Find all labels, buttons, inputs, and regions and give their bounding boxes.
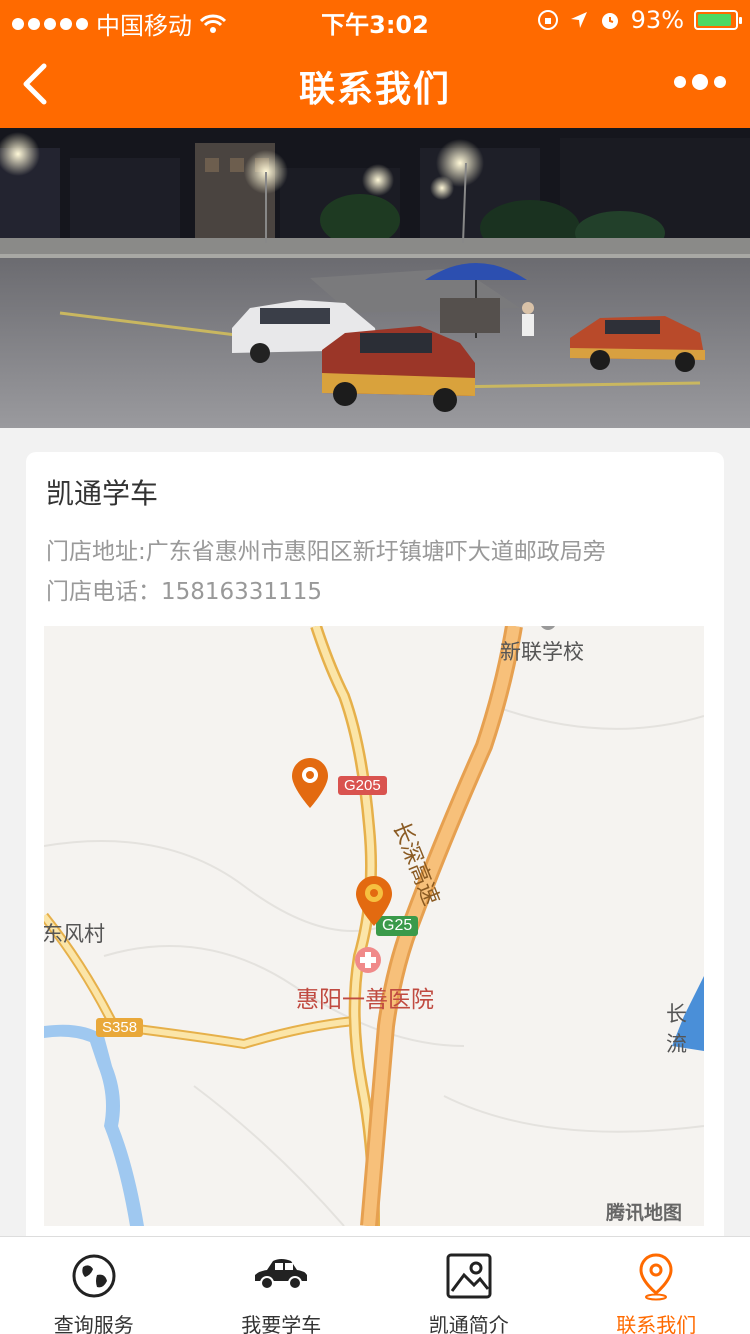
road-shield-g205: G205 <box>338 776 387 795</box>
tab-about[interactable]: 凯通简介 <box>375 1237 563 1334</box>
driving-school-night-photo <box>0 128 750 428</box>
page-title: 联系我们 <box>298 69 451 110</box>
battery-percent: 93% <box>630 6 684 34</box>
hero-photo <box>0 128 750 428</box>
map-label-village: 东风村 <box>44 922 105 946</box>
battery-icon <box>694 10 742 30</box>
tab-contact-us[interactable]: 联系我们 <box>563 1237 750 1334</box>
map-provider-logo: 腾讯地图 <box>606 1202 683 1224</box>
map-label-right-edge: 长流 <box>666 1002 687 1056</box>
map-roads <box>44 626 704 1226</box>
map-label-school: 新联学校 <box>500 640 584 664</box>
tab-label: 联系我们 <box>616 1313 697 1334</box>
car-icon <box>255 1259 308 1290</box>
alarm-icon <box>601 13 618 29</box>
tab-query-service[interactable]: 查询服务 <box>0 1237 188 1334</box>
orientation-lock-icon <box>537 10 558 30</box>
hospital-icon <box>355 947 381 973</box>
store-address: 门店地址:广东省惠州市惠阳区新圩镇塘吓大道邮政局旁 <box>46 539 606 565</box>
image-icon <box>446 1253 492 1299</box>
location-arrow-icon <box>570 12 587 28</box>
more-options-icon[interactable] <box>674 74 726 90</box>
map-label-hospital: 惠阳一善医院 <box>296 987 434 1013</box>
tab-label: 查询服务 <box>53 1313 134 1334</box>
map-view[interactable]: 新联学校 东风村 长流 长深高速 惠阳一善医院 腾讯地图 G205 G25 S3… <box>44 626 704 1226</box>
store-name: 凯通学车 <box>46 477 159 510</box>
tab-label: 我要学车 <box>241 1313 322 1334</box>
tab-bar: 查询服务 我要学车 凯通简介 联系我们 <box>0 1236 750 1334</box>
map-marker-icon[interactable] <box>292 758 328 808</box>
map-marker-store-icon[interactable] <box>356 876 392 926</box>
globe-icon <box>72 1254 116 1298</box>
status-bar: 中国移动 下午3:02 93% <box>0 0 750 40</box>
tab-learn-driving[interactable]: 我要学车 <box>188 1237 376 1334</box>
road-shield-s358: S358 <box>96 1018 144 1037</box>
store-phone[interactable]: 门店电话：15816331115 <box>46 572 322 606</box>
nav-bar: 联系我们 <box>0 40 750 128</box>
top-bar: 中国移动 下午3:02 93% 联系我们 <box>0 0 750 128</box>
tab-label: 凯通简介 <box>428 1313 509 1334</box>
location-pin-icon <box>639 1253 673 1301</box>
